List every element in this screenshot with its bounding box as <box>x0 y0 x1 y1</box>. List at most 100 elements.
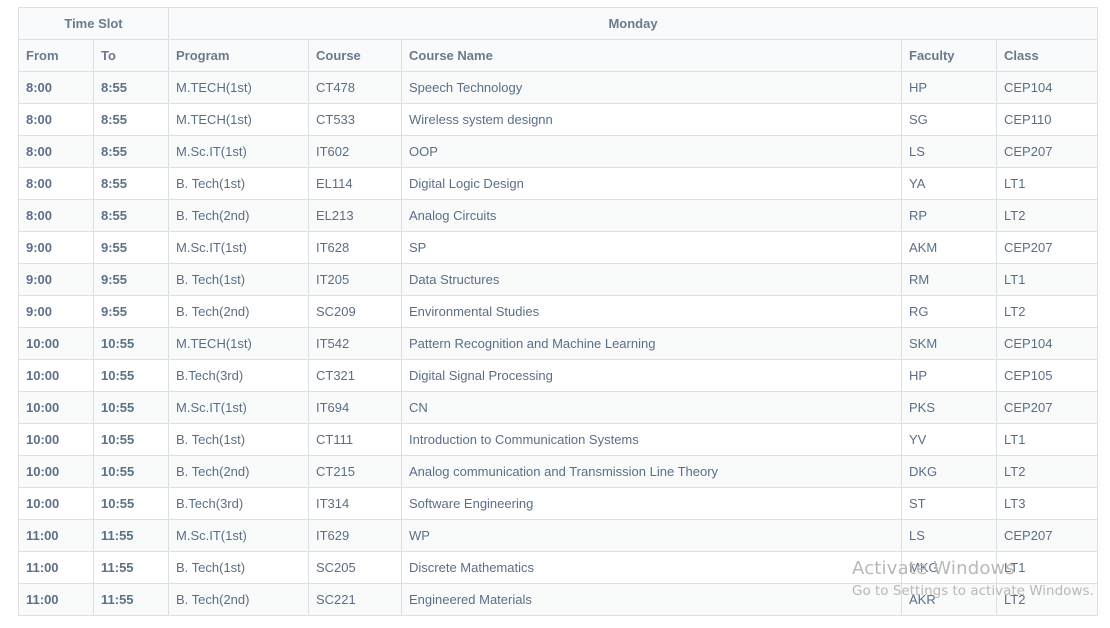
cell-course-code: EL213 <box>308 199 402 232</box>
cell-from-time: 10:00 <box>18 455 94 488</box>
table-row: 10:00 10:55 M.Sc.IT(1st) IT694 CN PKS CEP207 <box>18 391 1099 424</box>
cell-from-time: 10:00 <box>18 359 94 392</box>
cell-faculty: RM <box>901 263 997 296</box>
cell-program: B. Tech(2nd) <box>168 455 309 488</box>
cell-course-code: SC221 <box>308 583 402 616</box>
cell-class-room: CEP207 <box>995 391 1099 424</box>
cell-course-code: CT478 <box>308 71 402 104</box>
column-header-from: From <box>18 39 94 72</box>
table-row: 10:00 10:55 B. Tech(2nd) CT215 Analog commun… <box>18 455 1099 488</box>
cell-class-room: CEP104 <box>995 327 1099 360</box>
table-row: 8:00 8:55 M.TECH(1st) CT533 Wireless system … <box>18 103 1099 136</box>
cell-to-time: 11:55 <box>93 551 169 584</box>
cell-class-room: LT1 <box>995 263 1099 296</box>
cell-course-code: EL114 <box>308 167 402 200</box>
cell-to-time: 8:55 <box>93 199 169 232</box>
cell-course-code: IT694 <box>308 391 402 424</box>
cell-program: B. Tech(1st) <box>168 263 309 296</box>
cell-program: M.Sc.IT(1st) <box>168 135 309 168</box>
cell-to-time: 9:55 <box>93 295 169 328</box>
cell-course-name: Wireless system designn <box>401 103 902 136</box>
cell-faculty: YA <box>901 167 997 200</box>
table-row: 8:00 8:55 M.TECH(1st) CT478 Speech Technolog… <box>18 71 1099 104</box>
table-row: 8:00 8:55 M.Sc.IT(1st) IT602 OOP LS CEP207 <box>18 135 1099 168</box>
cell-faculty: PKS <box>901 391 997 424</box>
table-row: 9:00 9:55 M.Sc.IT(1st) IT628 SP AKM CEP207 <box>18 231 1099 264</box>
cell-program: M.Sc.IT(1st) <box>168 391 309 424</box>
table-row: 10:00 10:55 B.Tech(3rd) IT314 Software Engin… <box>18 487 1099 520</box>
table-row: 8:00 8:55 B. Tech(1st) EL114 Digital Logic D… <box>18 167 1099 200</box>
cell-from-time: 9:00 <box>18 231 94 264</box>
table-row: 10:00 10:55 B.Tech(3rd) CT321 Digital Signal… <box>18 359 1099 392</box>
cell-program: M.TECH(1st) <box>168 71 309 104</box>
cell-class-room: LT2 <box>995 199 1099 232</box>
cell-class-room: CEP105 <box>995 359 1099 392</box>
timetable-container: Time Slot Monday From To Program Course … <box>18 7 1099 616</box>
cell-to-time: 9:55 <box>93 231 169 264</box>
cell-faculty: HP <box>901 71 997 104</box>
cell-program: M.TECH(1st) <box>168 327 309 360</box>
cell-class-room: LT1 <box>995 167 1099 200</box>
table-row: 11:00 11:55 B. Tech(2nd) SC221 Engineered Ma… <box>18 583 1099 616</box>
cell-from-time: 10:00 <box>18 423 94 456</box>
cell-faculty: ST <box>901 487 997 520</box>
cell-faculty: SKM <box>901 327 997 360</box>
cell-course-name: WP <box>401 519 902 552</box>
cell-course-code: SC205 <box>308 551 402 584</box>
cell-program: B.Tech(3rd) <box>168 359 309 392</box>
cell-course-code: IT602 <box>308 135 402 168</box>
cell-class-room: LT3 <box>995 487 1099 520</box>
cell-course-code: IT629 <box>308 519 402 552</box>
cell-program: M.TECH(1st) <box>168 103 309 136</box>
cell-course-name: Discrete Mathematics <box>401 551 902 584</box>
cell-to-time: 8:55 <box>93 103 169 136</box>
column-header-class: Class <box>995 39 1099 72</box>
cell-program: B. Tech(2nd) <box>168 199 309 232</box>
cell-from-time: 8:00 <box>18 71 94 104</box>
cell-from-time: 10:00 <box>18 327 94 360</box>
cell-class-room: LT2 <box>995 583 1099 616</box>
cell-to-time: 10:55 <box>93 455 169 488</box>
cell-from-time: 8:00 <box>18 135 94 168</box>
cell-course-code: IT628 <box>308 231 402 264</box>
cell-from-time: 10:00 <box>18 487 94 520</box>
cell-from-time: 9:00 <box>18 263 94 296</box>
cell-faculty: AKM <box>901 231 997 264</box>
cell-faculty: AKR <box>901 583 997 616</box>
cell-course-name: Speech Technology <box>401 71 902 104</box>
cell-course-name: Software Engineering <box>401 487 902 520</box>
cell-course-name: Digital Logic Design <box>401 167 902 200</box>
cell-course-name: Data Structures <box>401 263 902 296</box>
cell-from-time: 8:00 <box>18 167 94 200</box>
cell-course-name: Introduction to Communication Systems <box>401 423 902 456</box>
cell-faculty: LS <box>901 519 997 552</box>
table-row: 9:00 9:55 B. Tech(1st) IT205 Data Structures… <box>18 263 1099 296</box>
cell-from-time: 8:00 <box>18 103 94 136</box>
cell-faculty: MKG <box>901 551 997 584</box>
cell-to-time: 8:55 <box>93 167 169 200</box>
cell-to-time: 11:55 <box>93 519 169 552</box>
cell-course-name: Engineered Materials <box>401 583 902 616</box>
cell-class-room: LT1 <box>995 551 1099 584</box>
column-header-to: To <box>93 39 169 72</box>
cell-to-time: 8:55 <box>93 71 169 104</box>
timetable: Time Slot Monday From To Program Course … <box>18 7 1099 616</box>
cell-course-name: Digital Signal Processing <box>401 359 902 392</box>
cell-from-time: 8:00 <box>18 199 94 232</box>
cell-faculty: SG <box>901 103 997 136</box>
column-header-program: Program <box>168 39 309 72</box>
timetable-body: 8:00 8:55 M.TECH(1st) CT478 Speech Technolog… <box>18 71 1099 616</box>
cell-course-code: IT542 <box>308 327 402 360</box>
cell-program: B.Tech(3rd) <box>168 487 309 520</box>
table-row: 10:00 10:55 M.TECH(1st) IT542 Pattern Recogn… <box>18 327 1099 360</box>
cell-program: M.Sc.IT(1st) <box>168 231 309 264</box>
cell-class-room: CEP110 <box>995 103 1099 136</box>
column-header-course: Course <box>308 39 402 72</box>
cell-program: M.Sc.IT(1st) <box>168 519 309 552</box>
day-header: Monday <box>167 7 1099 40</box>
cell-course-code: CT533 <box>308 103 402 136</box>
cell-program: B. Tech(1st) <box>168 167 309 200</box>
cell-to-time: 10:55 <box>93 423 169 456</box>
cell-from-time: 11:00 <box>18 551 94 584</box>
cell-course-code: IT314 <box>308 487 402 520</box>
